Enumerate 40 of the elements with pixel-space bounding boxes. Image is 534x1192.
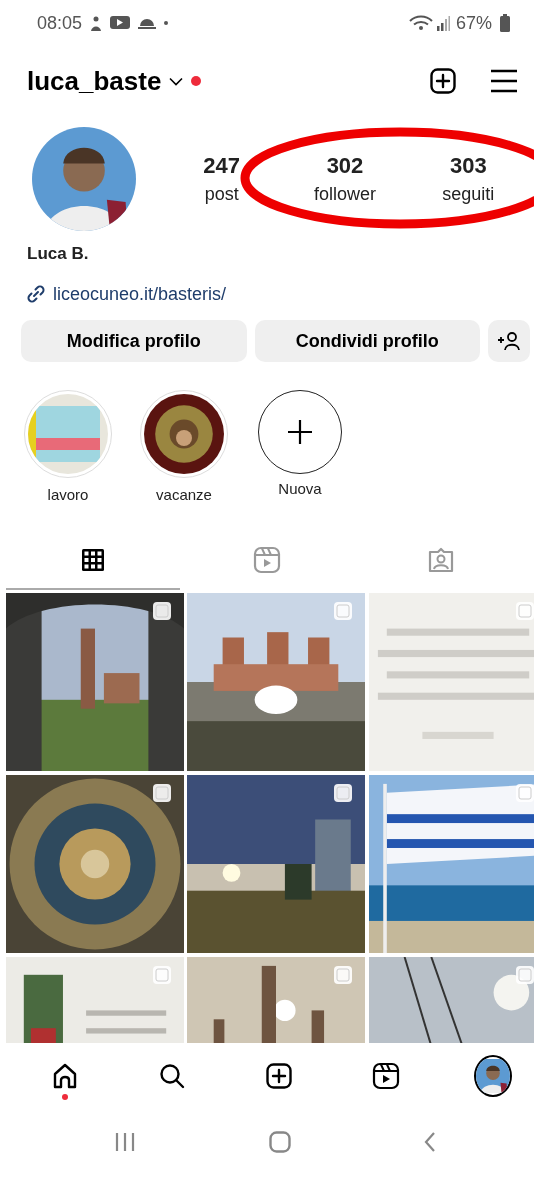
grid-icon [79, 546, 107, 574]
battery-icon [500, 14, 510, 32]
search-icon[interactable] [158, 1062, 186, 1090]
battery-percent: 67% [455, 12, 492, 34]
profile-avatar[interactable] [474, 1055, 512, 1097]
stat-count[interactable]: 247 [203, 153, 240, 179]
home-icon[interactable] [51, 1062, 79, 1090]
stat-label[interactable]: post [204, 184, 239, 205]
wifi-signal-icon [407, 14, 450, 32]
sunrise-icon [138, 17, 157, 29]
link-icon[interactable] [26, 284, 46, 304]
back-icon[interactable] [424, 1132, 436, 1152]
reels-icon [253, 546, 281, 574]
home-button-icon[interactable] [268, 1131, 291, 1153]
profile-link[interactable]: liceocuneo.it/basteris/ [53, 283, 227, 305]
reels-icon[interactable] [372, 1062, 400, 1090]
highlight-label[interactable]: lavoro [47, 486, 89, 503]
username[interactable]: luca_baste [27, 65, 162, 97]
stat-count[interactable]: 303 [449, 153, 487, 179]
recent-apps-icon[interactable] [115, 1132, 135, 1152]
status-time: 08:05 [37, 12, 83, 34]
plus-icon [287, 419, 313, 445]
add-person-icon [497, 331, 522, 351]
video-play-icon [110, 16, 131, 30]
highlight-label[interactable]: vacanze [156, 486, 212, 503]
add-post-icon[interactable] [429, 67, 457, 95]
add-person-button[interactable] [488, 320, 530, 362]
dot-icon [164, 21, 169, 25]
profile-button[interactable]: Condividi profilo [254, 320, 481, 362]
profile-name: Luca B. [26, 243, 90, 265]
menu-icon[interactable] [490, 69, 518, 93]
profile-button[interactable]: Modifica profilo [21, 320, 247, 362]
stat-count[interactable]: 302 [326, 153, 364, 179]
tagged-person-icon [427, 546, 455, 574]
stat-label[interactable]: follower [313, 184, 376, 205]
chevron-down-icon[interactable] [169, 76, 184, 86]
person-icon [90, 15, 103, 31]
highlight-label[interactable]: Nuova [278, 480, 322, 497]
stat-label[interactable]: seguiti [442, 184, 495, 205]
add-post-icon[interactable] [265, 1062, 293, 1090]
